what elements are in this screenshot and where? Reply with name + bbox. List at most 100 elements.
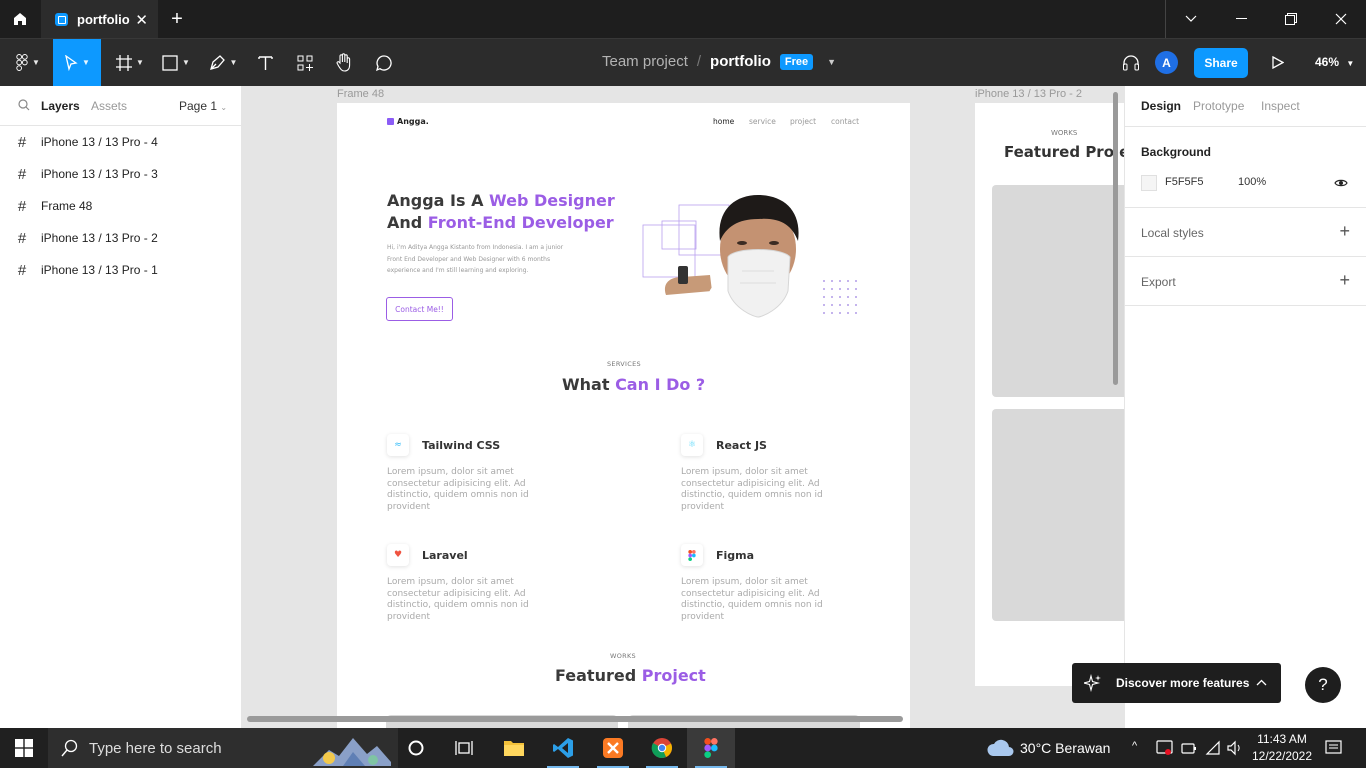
tab-assets[interactable]: Assets — [91, 99, 127, 113]
background-section: Background F5F5F5 100% — [1125, 127, 1366, 208]
windows-taskbar: Type here to search 30°C Berawan ^ 11:43… — [0, 728, 1366, 768]
service-title: React JS — [716, 439, 767, 452]
home-icon — [14, 13, 26, 25]
battery-icon[interactable] — [1181, 741, 1197, 755]
team-name[interactable]: Team project — [602, 53, 688, 70]
new-tab-button[interactable]: + — [166, 7, 188, 31]
file-tab[interactable]: portfolio ✕ — [41, 0, 158, 38]
chrome-app[interactable] — [638, 728, 686, 768]
add-export-icon[interactable]: + — [1339, 270, 1350, 291]
share-button[interactable]: Share — [1194, 48, 1248, 78]
chevron-down-icon: ▼ — [229, 58, 238, 67]
service-title: Laravel — [422, 549, 468, 562]
task-view-button[interactable] — [440, 728, 488, 768]
horizontal-scrollbar[interactable] — [247, 716, 903, 722]
service-desc: Lorem ipsum, dolor sit amet consectetur … — [681, 467, 823, 512]
zoom-level[interactable]: 46% ▼ — [1315, 55, 1354, 69]
search-icon — [61, 739, 78, 757]
search-placeholder: Type here to search — [89, 739, 222, 757]
notifications-icon[interactable] — [1325, 740, 1342, 756]
background-heading: Background — [1141, 145, 1212, 159]
site-logo: Angga. — [387, 117, 429, 126]
file-explorer-app[interactable] — [490, 728, 538, 768]
layer-item[interactable]: # iPhone 13 / 13 Pro - 1 — [0, 254, 241, 286]
vscode-app[interactable] — [539, 728, 587, 768]
hero-highlight: Web Designer — [489, 191, 615, 210]
start-button[interactable] — [0, 728, 48, 768]
xampp-app[interactable] — [589, 728, 637, 768]
chevron-down-icon[interactable]: ▼ — [827, 57, 836, 67]
tab-prototype[interactable]: Prototype — [1193, 99, 1244, 113]
present-button[interactable] — [1266, 39, 1290, 86]
maximize-button[interactable] — [1266, 0, 1316, 38]
taskbar-search[interactable]: Type here to search — [48, 728, 398, 768]
frame-icon — [116, 54, 133, 71]
main-menu-button[interactable]: ▼ — [8, 39, 48, 86]
shape-tool[interactable]: ▼ — [156, 39, 196, 86]
folder-icon — [504, 741, 524, 756]
vertical-scrollbar[interactable] — [1113, 92, 1118, 385]
tabs-dropdown-button[interactable] — [1166, 0, 1216, 38]
avatar[interactable]: A — [1155, 51, 1178, 74]
hero-paragraph: Hi, i'm Aditya Angga Kistanto from Indon… — [387, 244, 564, 274]
meet-now-icon[interactable] — [1156, 740, 1174, 756]
volume-icon[interactable] — [1227, 740, 1243, 756]
audio-button[interactable] — [1119, 39, 1143, 86]
clock[interactable]: 11:43 AM 12/22/2022 — [1249, 731, 1315, 765]
frame-48[interactable]: Angga. home service project contact Angg… — [337, 103, 910, 728]
cortana-button[interactable] — [392, 728, 440, 768]
move-tool[interactable]: ▼ — [53, 39, 101, 86]
weather-widget[interactable]: 30°C Berawan — [986, 728, 1110, 768]
minimize-icon — [1235, 18, 1247, 19]
search-icon[interactable] — [18, 99, 30, 111]
frame-icon: # — [17, 197, 27, 215]
figma-app[interactable] — [687, 728, 735, 768]
service-title: Tailwind CSS — [422, 439, 501, 452]
chevron-down-icon — [1185, 15, 1197, 22]
discover-features-banner[interactable]: Discover more features — [1072, 663, 1281, 703]
wifi-icon[interactable] — [1205, 740, 1221, 756]
add-style-icon[interactable]: + — [1339, 221, 1350, 242]
restore-icon — [1285, 13, 1297, 25]
hand-tool[interactable] — [329, 39, 359, 86]
minimize-button[interactable] — [1216, 0, 1266, 38]
home-button[interactable] — [0, 0, 40, 38]
color-hex-input[interactable]: F5F5F5 — [1165, 176, 1204, 188]
color-swatch[interactable] — [1141, 175, 1157, 191]
weather-text: 30°C Berawan — [1020, 740, 1111, 756]
layer-item[interactable]: # Frame 48 — [0, 190, 241, 222]
chevron-up-icon[interactable]: ^ — [1132, 740, 1137, 752]
tab-title: portfolio — [77, 11, 130, 27]
close-tab-icon[interactable]: ✕ — [135, 11, 148, 29]
layer-item[interactable]: # iPhone 13 / 13 Pro - 2 — [0, 222, 241, 254]
frame-label[interactable]: iPhone 13 / 13 Pro - 2 — [975, 88, 1082, 100]
layer-item[interactable]: # iPhone 13 / 13 Pro - 4 — [0, 126, 241, 158]
comment-tool[interactable] — [369, 39, 399, 86]
page-selector[interactable]: Page 1 ⌄ — [179, 99, 227, 113]
chevron-down-icon: ▼ — [82, 58, 90, 67]
tab-inspect[interactable]: Inspect — [1261, 99, 1300, 113]
iphone-frame-2[interactable]: WORKS Featured Project — [975, 103, 1124, 686]
nav-home: home — [713, 117, 735, 126]
chevron-up-icon[interactable] — [1256, 679, 1267, 686]
tab-design[interactable]: Design — [1141, 99, 1181, 113]
eye-icon[interactable] — [1334, 178, 1348, 188]
left-panel-tabs: Layers Assets Page 1 ⌄ — [0, 86, 241, 126]
opacity-input[interactable]: 100% — [1238, 176, 1266, 188]
zoom-value: 46% — [1315, 55, 1340, 69]
pen-tool[interactable]: ▼ — [203, 39, 243, 86]
services-kicker: SERVICES — [607, 360, 641, 368]
layer-item[interactable]: # iPhone 13 / 13 Pro - 3 — [0, 158, 241, 190]
resources-tool[interactable] — [290, 39, 320, 86]
canvas[interactable]: Frame 48 iPhone 13 / 13 Pro - 2 Angga. h… — [242, 86, 1124, 728]
close-window-button[interactable] — [1316, 0, 1366, 38]
help-button[interactable]: ? — [1305, 667, 1341, 703]
windows-icon — [15, 739, 33, 757]
frame-label[interactable]: Frame 48 — [337, 88, 384, 100]
contact-button: Contact Me!! — [386, 297, 453, 321]
service-title: Figma — [716, 549, 755, 562]
text-tool[interactable] — [250, 39, 280, 86]
tab-layers[interactable]: Layers — [41, 99, 80, 113]
frame-tool[interactable]: ▼ — [110, 39, 150, 86]
file-name[interactable]: portfolio — [710, 53, 771, 70]
